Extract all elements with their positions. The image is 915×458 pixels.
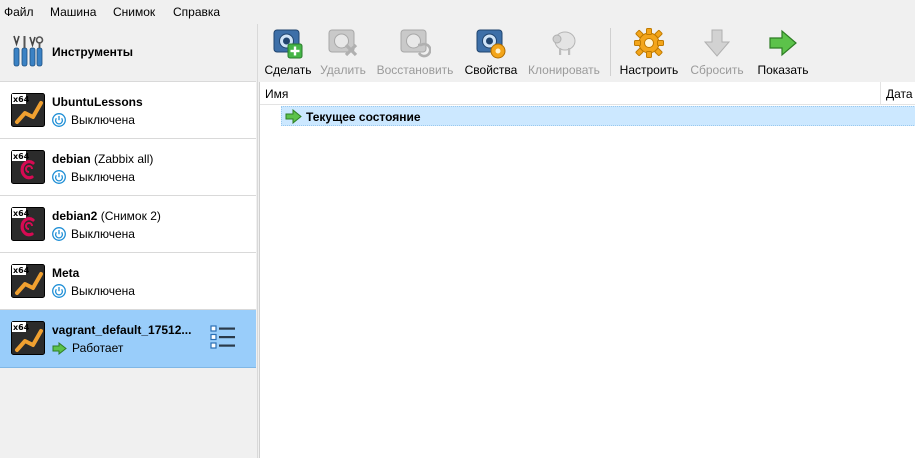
vm-details-menu-icon[interactable]	[210, 324, 236, 350]
properties-icon	[476, 29, 506, 59]
vm-state: Выключена	[52, 113, 135, 127]
take-snapshot-button[interactable]: Сделать	[261, 24, 315, 81]
vm-name: UbuntuLessons	[52, 95, 143, 109]
linux-x64-icon: x64	[11, 264, 45, 298]
running-arrow-icon	[52, 341, 67, 355]
vm-state: Работает	[52, 341, 123, 355]
vm-list: x64 UbuntuLessons Выключена x64 debian (…	[0, 82, 256, 368]
column-separator[interactable]	[880, 82, 881, 104]
machine-pane: Инструменты x64 UbuntuLessons Выключена …	[0, 24, 256, 458]
vm-name: debian (Zabbix all)	[52, 152, 154, 166]
svg-text:x64: x64	[13, 209, 30, 218]
vm-item-debian2[interactable]: x64 debian2 (Снимок 2) Выключена	[0, 196, 256, 253]
linux-x64-icon: x64	[11, 321, 45, 355]
column-date-header[interactable]: Дата с	[886, 87, 915, 101]
restore-snapshot-icon	[400, 29, 431, 58]
menu-snapshot[interactable]: Снимок	[113, 5, 155, 19]
current-state-label: Текущее состояние	[306, 110, 421, 124]
svg-text:x64: x64	[13, 95, 30, 104]
delete-snapshot-button[interactable]: Удалить	[317, 24, 369, 81]
power-off-icon	[52, 170, 66, 184]
tools-icon	[13, 35, 44, 67]
power-off-icon	[52, 227, 66, 241]
menu-bar: Файл Машина Снимок Справка	[0, 0, 915, 24]
vm-item-debian[interactable]: x64 debian (Zabbix all) Выключена	[0, 139, 256, 196]
pane-splitter[interactable]	[257, 24, 258, 458]
vm-item-meta[interactable]: x64 Meta Выключена	[0, 253, 256, 310]
tree-header: Имя Дата с	[260, 82, 915, 105]
svg-text:x64: x64	[13, 323, 30, 332]
clone-sheep-icon	[552, 31, 576, 55]
delete-snapshot-icon	[328, 29, 358, 57]
take-snapshot-icon	[273, 29, 303, 59]
current-state-arrow-icon	[285, 109, 302, 124]
vm-item-vagrant-default[interactable]: x64 vagrant_default_17512... Работает	[0, 310, 256, 368]
vm-state: Выключена	[52, 170, 135, 184]
current-state-row[interactable]: Текущее состояние	[281, 106, 915, 126]
restore-snapshot-button[interactable]: Восстановить	[374, 24, 456, 81]
menu-help[interactable]: Справка	[173, 5, 220, 19]
vm-state: Выключена	[52, 227, 135, 241]
vm-name: vagrant_default_17512...	[52, 323, 192, 337]
power-off-icon	[52, 113, 66, 127]
down-arrow-icon	[703, 29, 731, 57]
tools-label: Инструменты	[52, 45, 134, 59]
menu-file[interactable]: Файл	[4, 5, 34, 19]
ubuntu-x64-icon: x64	[11, 93, 45, 127]
vm-name: debian2 (Снимок 2)	[52, 209, 161, 223]
svg-text:x64: x64	[13, 266, 30, 275]
show-arrow-icon	[769, 29, 797, 57]
vm-item-ubuntulessons[interactable]: x64 UbuntuLessons Выключена	[0, 82, 256, 139]
settings-button[interactable]: Настроить	[618, 24, 680, 81]
show-button[interactable]: Показать	[752, 24, 814, 81]
debian-x64-icon: x64	[11, 150, 45, 184]
debian-x64-icon: x64	[11, 207, 45, 241]
snapshot-properties-button[interactable]: Свойства	[461, 24, 521, 81]
vm-name: Meta	[52, 266, 80, 280]
column-name-header[interactable]: Имя	[265, 87, 288, 101]
menu-machine[interactable]: Машина	[50, 5, 96, 19]
clone-button[interactable]: Клонировать	[524, 24, 604, 81]
vm-state: Выключена	[52, 284, 135, 298]
power-off-icon	[52, 284, 66, 298]
discard-button[interactable]: Сбросить	[687, 24, 747, 81]
toolbar-separator	[610, 28, 611, 76]
gear-icon	[634, 28, 664, 58]
snapshot-toolbar: Сделать Удалить Восстановить Свойства Кл…	[258, 24, 915, 81]
tools-item[interactable]: Инструменты	[0, 24, 256, 82]
svg-text:x64: x64	[13, 152, 30, 161]
snapshot-tree: Имя Дата с Текущее состояние	[259, 82, 915, 458]
